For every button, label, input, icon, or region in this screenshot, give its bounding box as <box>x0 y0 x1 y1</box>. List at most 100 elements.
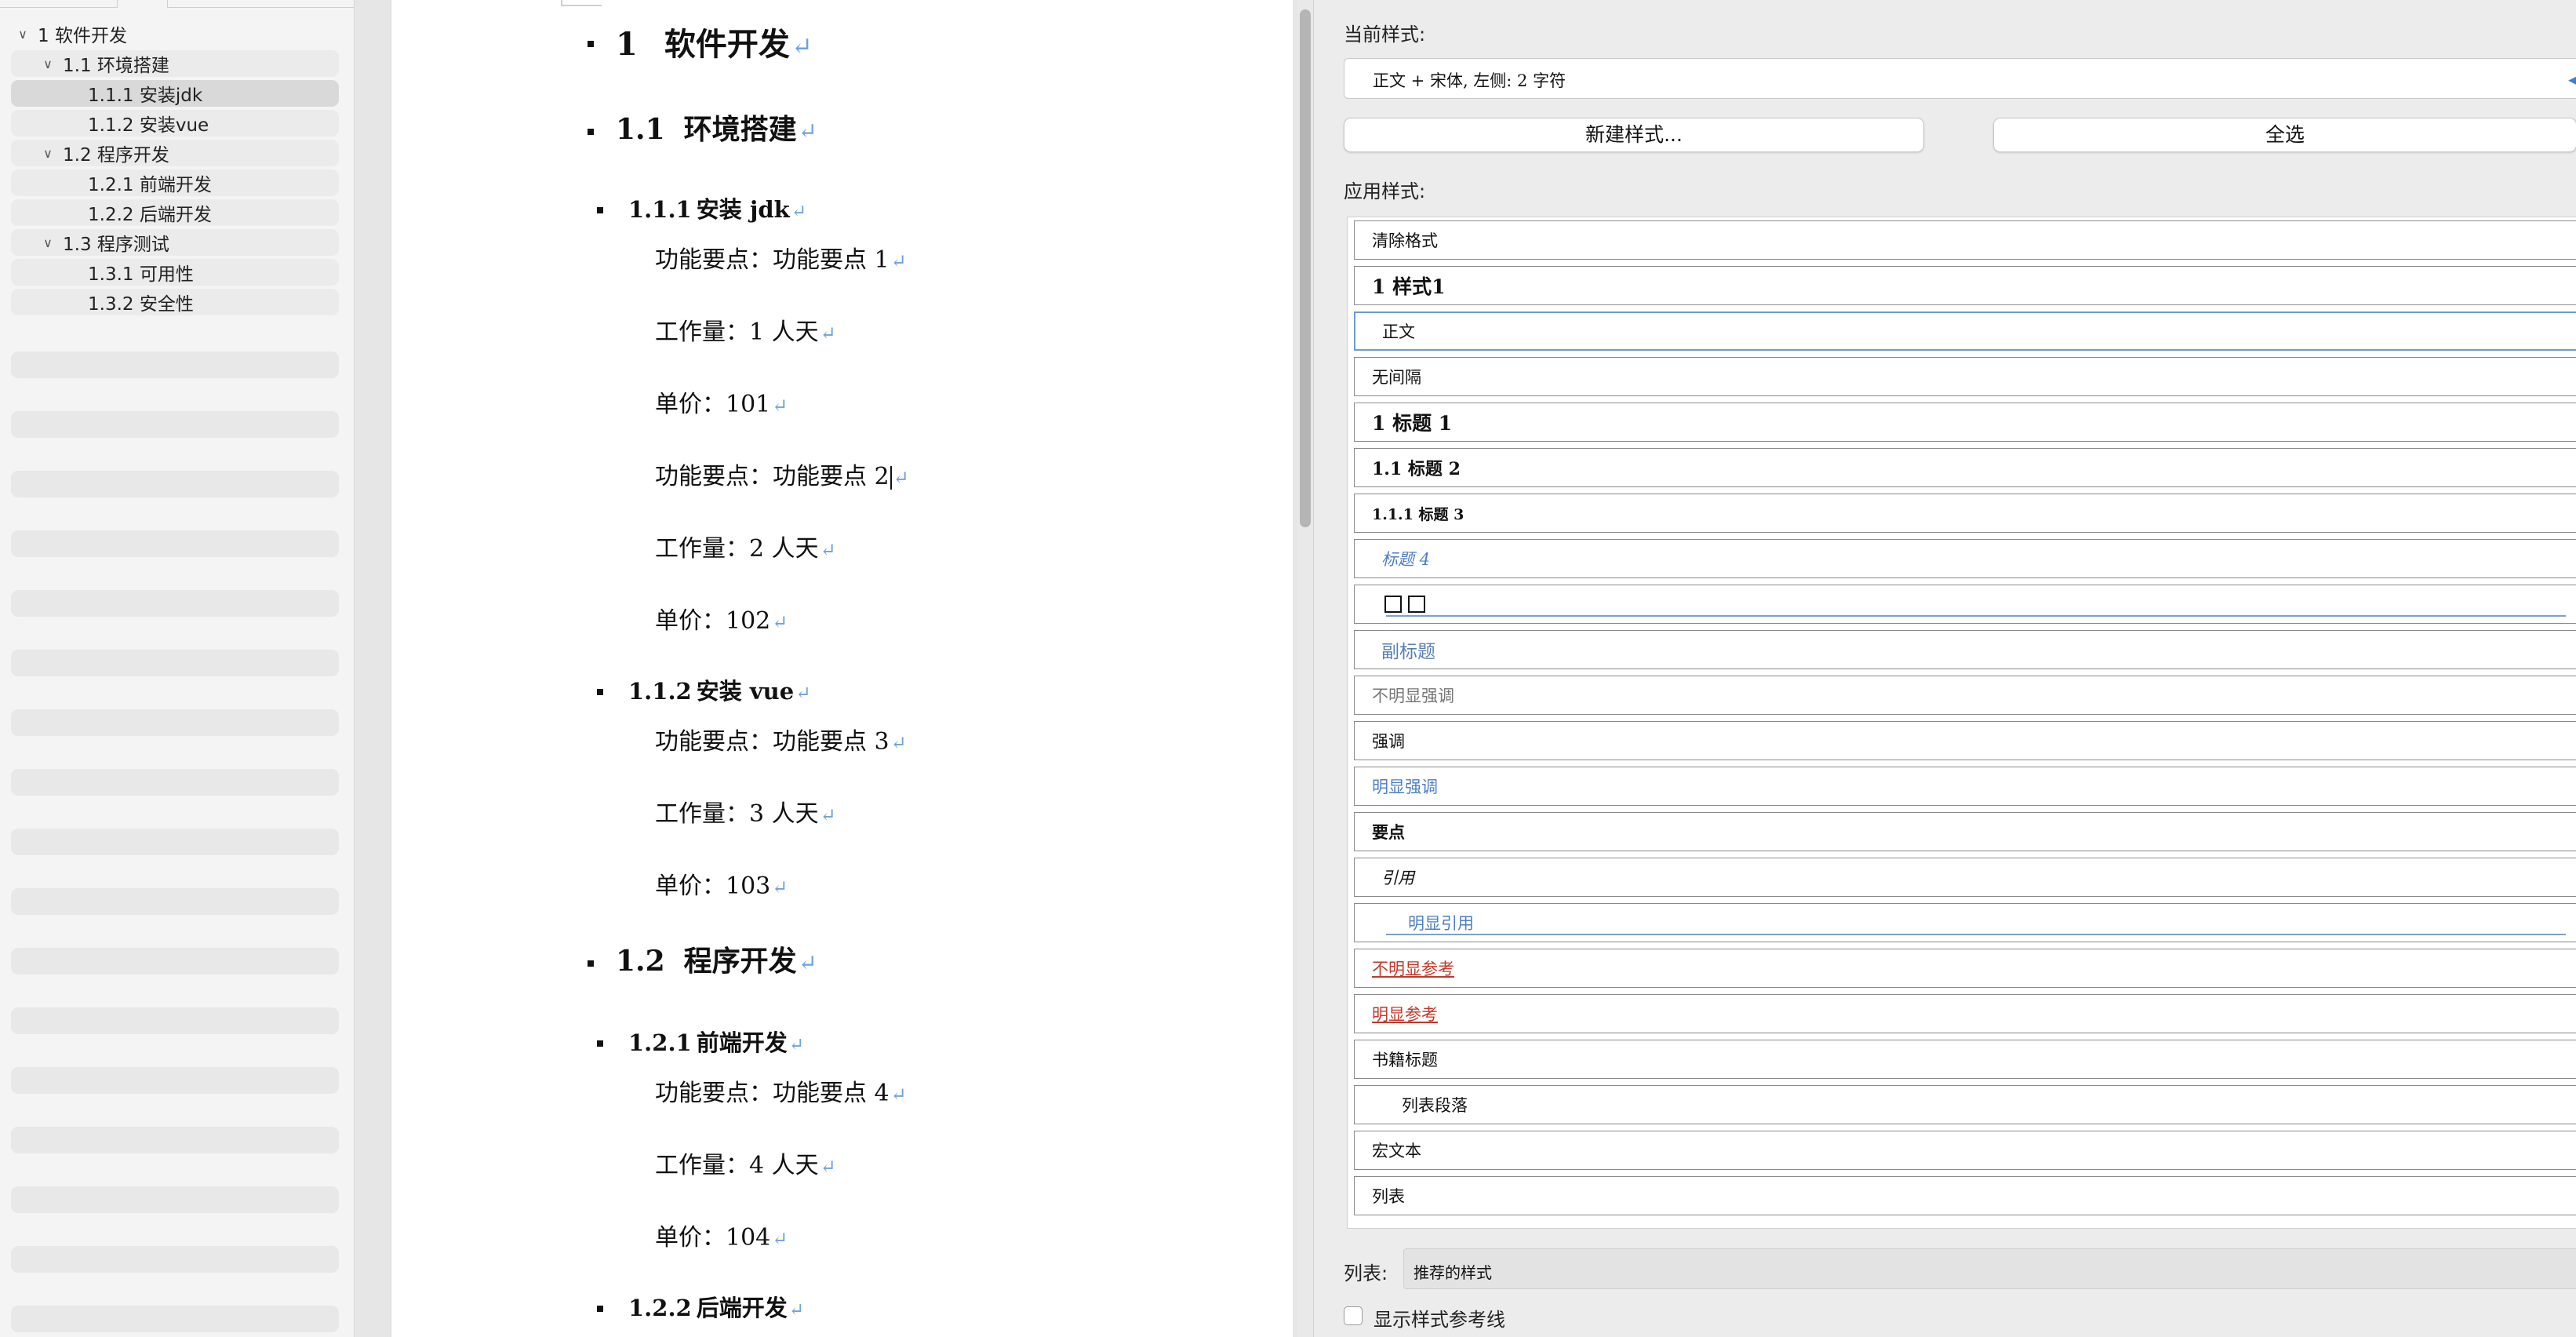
nav-tab[interactable] <box>168 0 355 8</box>
list-filter-select[interactable]: 推荐的样式 <box>1403 1248 2576 1289</box>
paragraph-mark-icon: ↵ <box>772 876 788 898</box>
styles-panel: 当前样式: 正文 + 宋体, 左侧: 2 字符 ◂ 新建样式... 全选 应用样… <box>1313 0 2576 1337</box>
heading-h3[interactable]: 1.1.1 安装 jdk↵ <box>597 191 807 224</box>
body-paragraph[interactable]: 工作量：2 人天↵ <box>655 529 836 563</box>
outline-item[interactable]: 1.3.1 可用性 <box>11 259 339 286</box>
style-item[interactable]: 书籍标题 <box>1354 1040 2576 1079</box>
outline-item[interactable]: ∨ 1.2 程序开发 <box>11 140 339 166</box>
style-item[interactable]: 无间隔 <box>1354 357 2576 396</box>
chevron-down-icon[interactable]: ∨ <box>39 146 56 161</box>
style-item[interactable]: 清除格式 <box>1354 220 2576 260</box>
style-item-label: 1.1.1 标题 3 <box>1372 505 1464 523</box>
outline-item[interactable]: 1.2.2 后端开发 <box>11 199 339 226</box>
style-item[interactable] <box>1354 585 2576 624</box>
show-style-guides-checkbox[interactable] <box>1344 1306 1363 1325</box>
body-paragraph[interactable]: 工作量：4 人天↵ <box>655 1146 836 1180</box>
style-item[interactable]: 宏文本 <box>1354 1131 2576 1170</box>
new-style-button[interactable]: 新建样式... <box>1344 118 1924 152</box>
outline-item[interactable]: 1.1.1 安装jdk <box>11 80 339 107</box>
body-paragraph[interactable]: 单价：102↵ <box>655 601 788 636</box>
outline-item-label: 1.1 环境搭建 <box>63 56 169 76</box>
paragraph-text: 单价：104 <box>655 1224 771 1251</box>
outline-item[interactable]: 1.1.2 安装vue <box>11 110 339 137</box>
paragraph-mark-icon: ↵ <box>791 201 807 222</box>
outline-item[interactable]: ∨ 1.3 程序测试 <box>11 229 339 256</box>
style-item-label: 明显强调 <box>1372 778 1438 796</box>
style-item[interactable]: 1.1.1 标题 3 <box>1354 494 2576 533</box>
outline-placeholder-row <box>11 471 339 497</box>
outline-item[interactable]: 1.2.1 前端开发 <box>11 169 339 196</box>
style-item-label: 列表 <box>1372 1187 1405 1206</box>
chevron-left-icon[interactable]: ◂ <box>2568 70 2576 89</box>
style-item[interactable]: 1 标题 1 <box>1354 403 2576 442</box>
style-item[interactable]: 列表段落 <box>1354 1085 2576 1124</box>
select-all-button[interactable]: 全选 <box>1993 118 2576 152</box>
body-paragraph[interactable]: 功能要点：功能要点 4↵ <box>655 1073 907 1108</box>
style-list[interactable]: 清除格式 1 样式1 正文无间隔 1 标题 1 1.1 标题 2 1.1.1 标题 3 标题… <box>1347 217 2576 1229</box>
style-underline-rule <box>1386 934 2566 935</box>
paragraph-text: 单价：103 <box>655 873 771 900</box>
style-item[interactable]: 1 样式1 <box>1354 266 2576 305</box>
paragraph-text: 后端开发 <box>696 1295 788 1321</box>
document-scrollbar[interactable] <box>1297 0 1313 1337</box>
style-item[interactable]: 强调 <box>1354 721 2576 760</box>
paragraph-mark-icon: ↵ <box>893 467 909 489</box>
heading-h2[interactable]: 1.2 程序开发↵ <box>588 938 817 979</box>
style-item[interactable]: 正文 <box>1354 311 2576 351</box>
body-paragraph[interactable]: 功能要点：功能要点 3↵ <box>655 722 907 756</box>
body-paragraph[interactable]: 功能要点：功能要点 2 ↵ <box>655 457 909 491</box>
style-item[interactable]: 要点 <box>1354 812 2576 851</box>
style-item[interactable]: 不明显强调 <box>1354 676 2576 715</box>
style-item[interactable]: 明显参考 <box>1354 994 2576 1033</box>
outline-item[interactable]: ∨ 1 软件开发 <box>11 20 339 47</box>
paragraph-text: 安装 vue <box>696 678 795 705</box>
body-paragraph[interactable]: 工作量：3 人天↵ <box>655 794 836 829</box>
chevron-down-icon[interactable]: ∨ <box>39 56 56 71</box>
chevron-down-icon[interactable]: ∨ <box>14 27 31 42</box>
heading-number: 1 <box>616 26 638 63</box>
outline-placeholder-row <box>11 1186 339 1213</box>
outline-item[interactable]: ∨ 1.1 环境搭建 <box>11 50 339 77</box>
placeholder-glyph-icon <box>1384 596 1402 613</box>
current-style-label: 当前样式: <box>1344 24 1426 46</box>
outline-placeholder-row <box>11 948 339 975</box>
heading-h3[interactable]: 1.2.2 后端开发↵ <box>597 1290 804 1323</box>
heading-h3[interactable]: 1.1.2 安装 vue↵ <box>597 673 811 706</box>
document-page[interactable]: 1 软件开发↵ 1.1 环境搭建↵ 1.1.1 安装 jdk↵ 功能要点：功能要点 1↵ 工作… <box>391 0 1293 1337</box>
style-item[interactable]: 不明显参考 <box>1354 949 2576 988</box>
body-paragraph[interactable]: 单价：103↵ <box>655 866 788 901</box>
outline-item-label: 1.2 程序开发 <box>63 145 169 166</box>
style-item[interactable]: 副标题 <box>1354 630 2576 669</box>
outline-item[interactable]: 1.3.2 安全性 <box>11 289 339 315</box>
style-item[interactable]: 1.1 标题 2 <box>1354 448 2576 487</box>
style-item-label: 要点 <box>1372 822 1405 842</box>
heading-h3[interactable]: 1.2.1 前端开发↵ <box>597 1025 805 1058</box>
body-paragraph[interactable]: 工作量：1 人天↵ <box>655 312 836 347</box>
outline-placeholder-row <box>11 650 339 676</box>
scrollbar-thumb[interactable] <box>1300 9 1311 527</box>
nav-tab[interactable] <box>0 0 118 8</box>
body-paragraph[interactable]: 单价：104↵ <box>655 1218 788 1252</box>
body-paragraph[interactable]: 单价：101↵ <box>655 384 788 419</box>
nav-tab-active[interactable] <box>118 0 168 8</box>
outline-item-label: 1.1.2 安装vue <box>88 115 209 136</box>
chevron-down-icon[interactable]: ∨ <box>39 235 56 250</box>
style-item[interactable]: 明显强调 <box>1354 767 2576 806</box>
paragraph-mark-icon: ↵ <box>788 1034 805 1055</box>
heading-h2[interactable]: 1.1 环境搭建↵ <box>588 107 817 148</box>
body-paragraph[interactable]: 功能要点：功能要点 1↵ <box>655 240 907 275</box>
paragraph-mark-icon: ↵ <box>798 118 817 144</box>
paragraph-mark-icon: ↵ <box>820 539 836 561</box>
style-item[interactable]: 标题 4 <box>1354 539 2576 578</box>
paragraph-mark-icon: ↵ <box>890 250 907 272</box>
current-style-field[interactable]: 正文 + 宋体, 左侧: 2 字符 ◂ <box>1344 58 2576 99</box>
style-item[interactable]: 明显引用 <box>1354 903 2576 942</box>
outline-placeholder-row <box>11 709 339 736</box>
style-item-label: 正文 <box>1382 322 1415 341</box>
text-cursor <box>890 466 892 490</box>
outline-placeholder-row <box>11 1007 339 1034</box>
paragraph-mark-icon: ↵ <box>795 683 811 704</box>
style-item[interactable]: 引用 <box>1354 858 2576 897</box>
style-item[interactable]: 列表 <box>1354 1176 2576 1215</box>
heading-h1[interactable]: 1 软件开发↵ <box>588 19 813 64</box>
